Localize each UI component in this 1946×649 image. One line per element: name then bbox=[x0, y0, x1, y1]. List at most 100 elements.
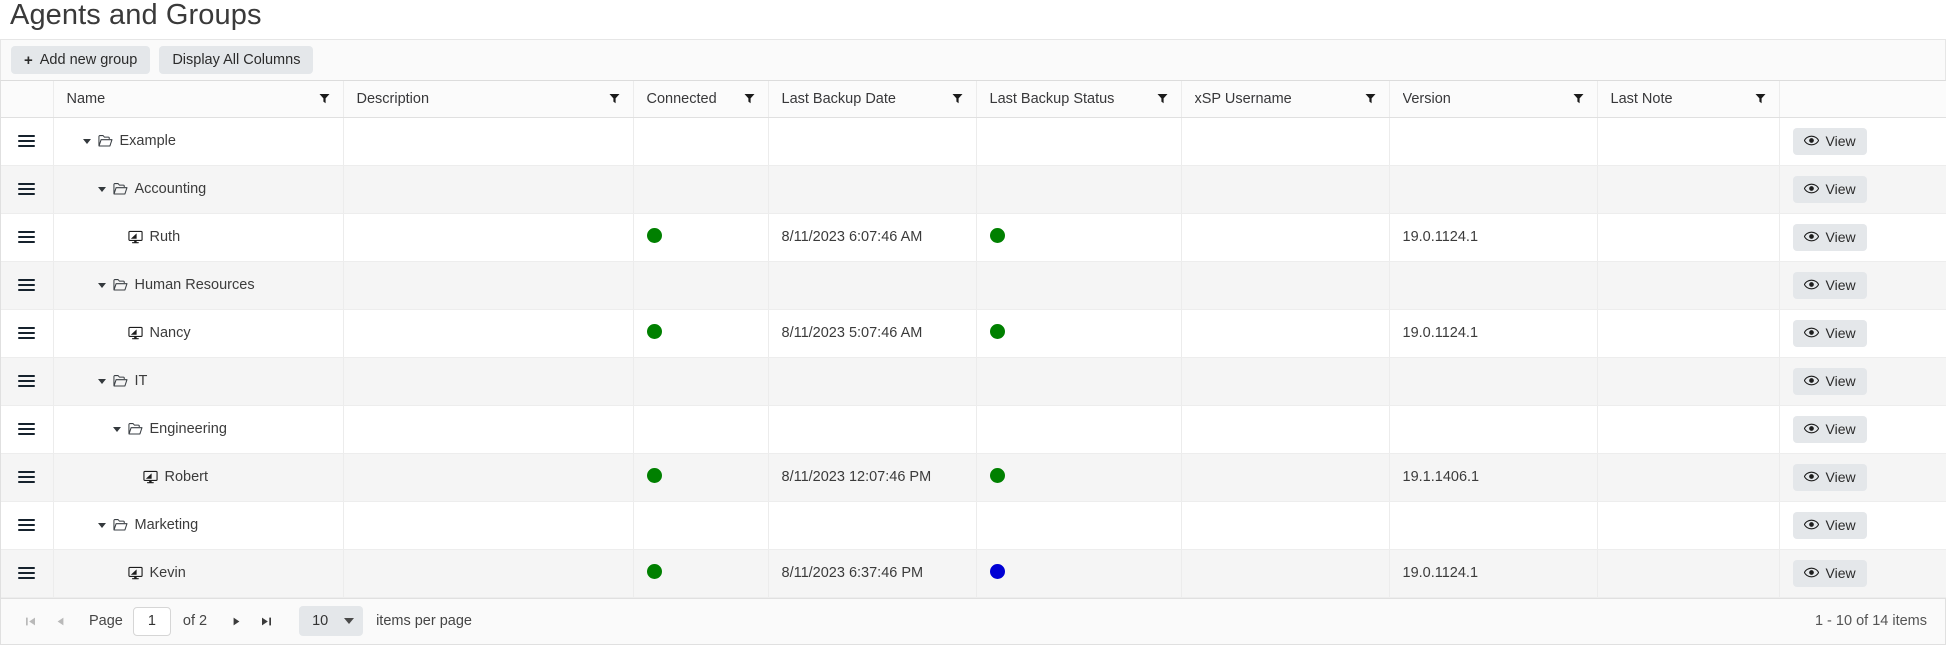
table-row[interactable]: IT View bbox=[1, 357, 1946, 406]
agent-monitor-icon bbox=[127, 326, 143, 340]
display-all-columns-button[interactable]: Display All Columns bbox=[159, 46, 314, 74]
previous-page-button[interactable] bbox=[45, 606, 75, 636]
row-drag-handle-cell[interactable] bbox=[1, 549, 54, 598]
view-button[interactable]: View bbox=[1792, 319, 1867, 347]
row-drag-handle-cell[interactable] bbox=[1, 405, 54, 454]
row-drag-handle-cell[interactable] bbox=[1, 165, 54, 214]
table-row[interactable]: Engineering View bbox=[1, 405, 1946, 454]
cell-name: Nancy bbox=[53, 309, 344, 358]
cell-name: Example bbox=[53, 117, 344, 166]
column-header-description[interactable]: Description bbox=[343, 81, 634, 118]
drag-handle-icon[interactable] bbox=[1, 279, 52, 291]
add-new-group-button[interactable]: + Add new group bbox=[11, 46, 151, 74]
cell-last-backup-date bbox=[768, 117, 977, 166]
column-header-last-backup-date[interactable]: Last Backup Date bbox=[768, 81, 977, 118]
drag-handle-icon[interactable] bbox=[1, 375, 52, 387]
cell-version bbox=[1389, 405, 1598, 454]
page-size-select[interactable]: 10 bbox=[299, 606, 364, 636]
expand-collapse-icon[interactable] bbox=[94, 186, 110, 192]
expand-collapse-icon[interactable] bbox=[109, 426, 125, 432]
column-header-connected[interactable]: Connected bbox=[633, 81, 769, 118]
cell-connected bbox=[633, 117, 769, 166]
column-header-last-backup-status[interactable]: Last Backup Status bbox=[976, 81, 1182, 118]
table-row[interactable]: Kevin 8/11/2023 6:37:46 PM 19.0.1124.1 View bbox=[1, 549, 1946, 598]
filter-icon[interactable] bbox=[609, 93, 620, 104]
column-header-xsp-username-label: xSP Username bbox=[1194, 90, 1292, 107]
filter-icon[interactable] bbox=[744, 93, 755, 104]
cell-actions: View bbox=[1779, 309, 1946, 358]
expand-collapse-icon[interactable] bbox=[94, 282, 110, 288]
row-drag-handle-cell[interactable] bbox=[1, 501, 54, 550]
table-row[interactable]: Nancy 8/11/2023 5:07:46 AM 19.0.1124.1 View bbox=[1, 309, 1946, 358]
column-header-last-backup-status-label: Last Backup Status bbox=[989, 90, 1115, 107]
expand-collapse-icon[interactable] bbox=[94, 378, 110, 384]
view-button[interactable]: View bbox=[1792, 511, 1867, 539]
view-button[interactable]: View bbox=[1792, 271, 1867, 299]
filter-icon[interactable] bbox=[1755, 93, 1766, 104]
view-button[interactable]: View bbox=[1792, 367, 1867, 395]
first-page-button[interactable] bbox=[15, 606, 45, 636]
row-drag-handle-cell[interactable] bbox=[1, 261, 54, 310]
cell-description bbox=[343, 165, 634, 214]
column-header-version[interactable]: Version bbox=[1389, 81, 1598, 118]
table-row[interactable]: Robert 8/11/2023 12:07:46 PM 19.1.1406.1 Vi… bbox=[1, 453, 1946, 502]
eye-icon bbox=[1803, 229, 1819, 245]
filter-icon[interactable] bbox=[319, 93, 330, 104]
table-row[interactable]: Example View bbox=[1, 117, 1946, 166]
view-button[interactable]: View bbox=[1792, 463, 1867, 491]
column-header-last-note[interactable]: Last Note bbox=[1597, 81, 1780, 118]
view-button[interactable]: View bbox=[1792, 559, 1867, 587]
view-button[interactable]: View bbox=[1792, 175, 1867, 203]
column-header-xsp-username[interactable]: xSP Username bbox=[1181, 81, 1390, 118]
row-drag-handle-cell[interactable] bbox=[1, 309, 54, 358]
agents-and-groups-page: Agents and Groups + Add new group Displa… bbox=[0, 0, 1946, 649]
view-button[interactable]: View bbox=[1792, 127, 1867, 155]
drag-handle-icon[interactable] bbox=[1, 471, 52, 483]
column-header-name[interactable]: Name bbox=[53, 81, 344, 118]
filter-icon[interactable] bbox=[952, 93, 963, 104]
eye-icon bbox=[1803, 133, 1819, 149]
table-row[interactable]: Ruth 8/11/2023 6:07:46 AM 19.0.1124.1 View bbox=[1, 213, 1946, 262]
expand-collapse-icon[interactable] bbox=[79, 138, 95, 144]
view-button-label: View bbox=[1825, 421, 1856, 437]
table-row[interactable]: Human Resources View bbox=[1, 261, 1946, 310]
eye-icon bbox=[1803, 469, 1819, 485]
column-header-description-label: Description bbox=[356, 90, 430, 107]
drag-handle-icon[interactable] bbox=[1, 135, 52, 147]
drag-handle-icon[interactable] bbox=[1, 423, 52, 435]
row-drag-handle-cell[interactable] bbox=[1, 117, 54, 166]
table-row[interactable]: Marketing View bbox=[1, 501, 1946, 550]
expand-collapse-icon[interactable] bbox=[94, 522, 110, 528]
drag-handle-icon[interactable] bbox=[1, 231, 52, 243]
table-row[interactable]: Accounting View bbox=[1, 165, 1946, 214]
folder-icon bbox=[112, 278, 128, 292]
drag-handle-icon[interactable] bbox=[1, 567, 52, 579]
filter-icon[interactable] bbox=[1365, 93, 1376, 104]
row-drag-handle-cell[interactable] bbox=[1, 453, 54, 502]
row-drag-handle-cell[interactable] bbox=[1, 357, 54, 406]
cell-description bbox=[343, 357, 634, 406]
last-page-button[interactable] bbox=[251, 606, 281, 636]
cell-connected bbox=[633, 309, 769, 358]
cell-description bbox=[343, 453, 634, 502]
agents-table: Name Description Connected Last Backup D… bbox=[1, 81, 1946, 598]
page-number-input[interactable] bbox=[132, 606, 171, 636]
status-dot-green bbox=[989, 227, 1005, 243]
cell-last-backup-date: 8/11/2023 6:37:46 PM bbox=[768, 549, 977, 598]
cell-last-backup-status bbox=[976, 501, 1182, 550]
cell-last-backup-date bbox=[768, 357, 977, 406]
next-page-button[interactable] bbox=[221, 606, 251, 636]
filter-icon[interactable] bbox=[1157, 93, 1168, 104]
status-dot-green bbox=[646, 563, 662, 579]
view-button[interactable]: View bbox=[1792, 223, 1867, 251]
folder-icon bbox=[127, 422, 143, 436]
chevron-down-icon bbox=[344, 618, 355, 624]
view-button[interactable]: View bbox=[1792, 415, 1867, 443]
filter-icon[interactable] bbox=[1573, 93, 1584, 104]
drag-handle-icon[interactable] bbox=[1, 519, 52, 531]
row-drag-handle-cell[interactable] bbox=[1, 213, 54, 262]
drag-handle-icon[interactable] bbox=[1, 183, 52, 195]
cell-xsp-username bbox=[1181, 117, 1390, 166]
drag-handle-icon[interactable] bbox=[1, 327, 52, 339]
page-count-label: of 2 bbox=[182, 613, 208, 629]
